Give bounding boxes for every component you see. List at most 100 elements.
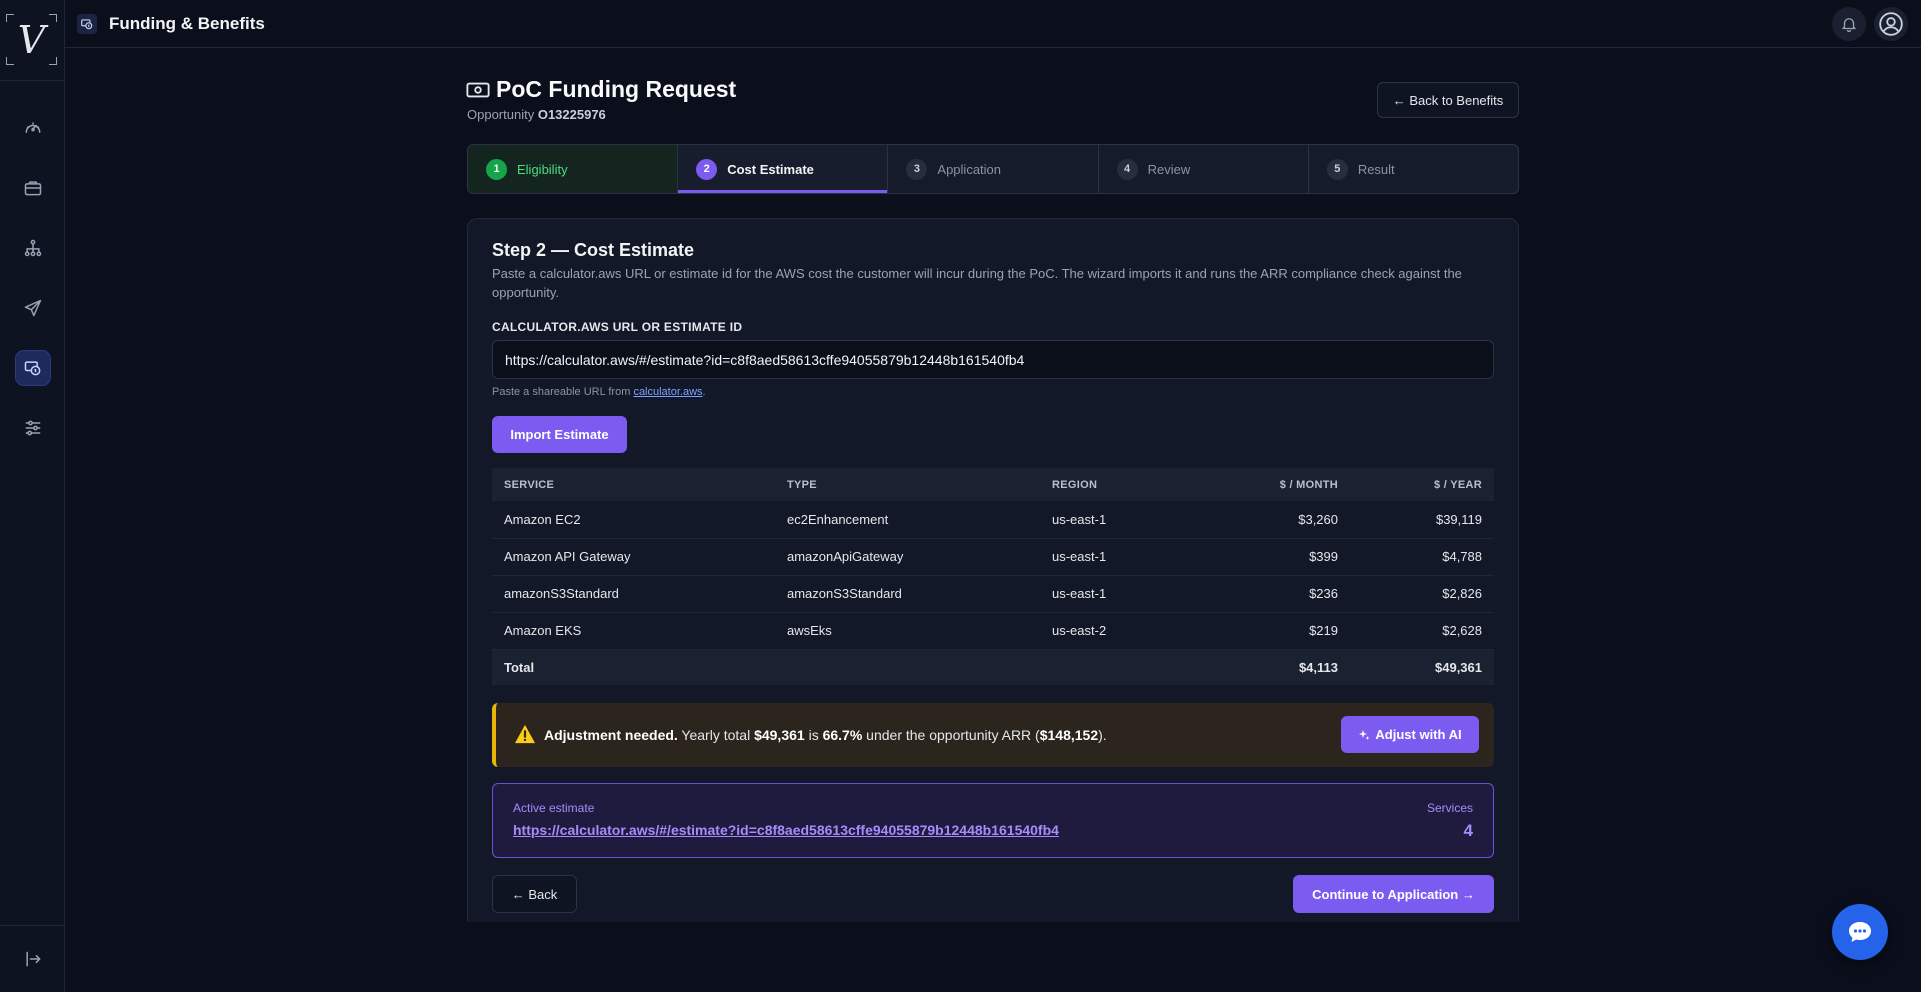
import-estimate-button[interactable]: Import Estimate — [492, 416, 627, 453]
cell-service: amazonS3Standard — [492, 575, 775, 613]
chat-bubble-icon — [1849, 922, 1871, 942]
active-estimate-panel: Active estimate https://calculator.aws/#… — [492, 783, 1494, 858]
total-label: Total — [492, 649, 775, 685]
sidebar-item-outreach[interactable] — [16, 291, 50, 325]
helper-prefix: Paste a shareable URL from — [492, 386, 634, 398]
sidebar-item-funding[interactable] — [16, 351, 50, 385]
active-estimate-link[interactable]: https://calculator.aws/#/estimate?id=c8f… — [513, 822, 1059, 838]
step-number: 2 — [696, 158, 718, 180]
calculator-link[interactable]: calculator.aws — [633, 386, 702, 398]
cell-region: us-east-1 — [1040, 538, 1220, 576]
notifications-button[interactable] — [1832, 7, 1866, 41]
estimate-field-label: CALCULATOR.AWS URL OR ESTIMATE ID — [492, 320, 743, 334]
sliders-icon — [25, 420, 41, 436]
step-application[interactable]: 3 Application — [888, 145, 1099, 193]
cell-month: $236 — [1220, 575, 1350, 613]
funding-icon — [24, 361, 41, 376]
collapse-sidebar-button[interactable] — [16, 942, 50, 976]
table-row: Amazon EKS awsEks us-east-2 $219 $2,628 — [492, 612, 1494, 650]
cell-type: amazonS3Standard — [775, 575, 1040, 613]
cell-year: $2,826 — [1350, 575, 1494, 613]
cost-estimate-card: Step 2 — Cost Estimate Paste a calculato… — [467, 218, 1519, 922]
yearly-total: $49,361 — [754, 727, 805, 743]
step-number: 5 — [1326, 158, 1348, 180]
funding-icon — [77, 14, 97, 34]
org-chart-icon — [24, 239, 42, 257]
top-bar: Funding & Benefits — [65, 0, 1921, 48]
sidebar: V — [0, 0, 65, 992]
user-icon — [1879, 12, 1903, 36]
back-button[interactable]: ← Back — [492, 875, 577, 913]
opportunity-label: Opportunity — [467, 107, 535, 122]
sidebar-item-opportunities[interactable] — [16, 171, 50, 205]
logo-letter: V — [17, 17, 46, 62]
adjust-with-ai-button[interactable]: Adjust with AI — [1341, 716, 1479, 753]
opportunity-arr: $148,152 — [1039, 727, 1099, 743]
continue-to-application-button[interactable]: Continue to Application → — [1293, 875, 1494, 913]
cell-region: us-east-1 — [1040, 575, 1220, 613]
step-result[interactable]: 5 Result — [1309, 145, 1518, 193]
page-title-text: PoC Funding Request — [496, 76, 737, 102]
field-helper-text: Paste a shareable URL from calculator.aw… — [492, 386, 706, 398]
back-to-benefits-button[interactable]: ← Back to Benefits — [1377, 82, 1519, 118]
sidebar-item-dashboard[interactable] — [16, 111, 50, 145]
helper-suffix: . — [702, 386, 706, 398]
step-cost-estimate[interactable]: 2 Cost Estimate — [678, 145, 889, 193]
step-label: Cost Estimate — [727, 161, 814, 177]
step-eligibility[interactable]: 1 Eligibility — [468, 145, 679, 193]
opportunity-subtitle: Opportunity O13225976 — [467, 107, 606, 122]
step-number: 3 — [906, 158, 928, 180]
chat-button[interactable] — [1832, 904, 1888, 960]
services-label: Services — [1426, 801, 1473, 815]
services-count: 4 — [1463, 821, 1473, 840]
user-avatar[interactable] — [1874, 7, 1908, 41]
cell-month: $399 — [1220, 538, 1350, 576]
wizard-stepper: 1 Eligibility 2 Cost Estimate 3 Applicat… — [467, 144, 1519, 194]
sparkle-icon — [1359, 729, 1370, 740]
dashboard-gauge-icon — [25, 122, 41, 133]
under-percent: 66.7% — [822, 727, 863, 743]
cell-year: $4,788 — [1350, 538, 1494, 576]
divider — [0, 80, 64, 81]
cell-year: $2,628 — [1350, 612, 1494, 650]
column-header: $ / YEAR — [1350, 468, 1494, 501]
card-description: Paste a calculator.aws URL or estimate i… — [492, 266, 1462, 300]
cell-month: $219 — [1220, 612, 1350, 650]
cell-month: $3,260 — [1220, 501, 1350, 539]
column-header: REGION — [1040, 468, 1220, 501]
step-number: 4 — [1116, 158, 1138, 180]
adjust-label: Adjust with AI — [1375, 727, 1462, 742]
adjustment-warning: Adjustment needed. Yearly total $49,361 … — [492, 703, 1494, 767]
table-total-row: Total $4,113 $49,361 — [492, 649, 1494, 685]
column-header: TYPE — [775, 468, 1040, 501]
cell-service: Amazon EKS — [492, 612, 775, 650]
step-number: 1 — [486, 158, 507, 180]
column-header: $ / MONTH — [1220, 468, 1350, 501]
table-row: Amazon API Gateway amazonApiGateway us-e… — [492, 538, 1494, 576]
step-label: Review — [1147, 161, 1191, 177]
section-title: Funding & Benefits — [109, 14, 265, 33]
cell-region: us-east-2 — [1040, 612, 1220, 650]
cell-year: $39,119 — [1350, 501, 1494, 539]
table-row: Amazon EC2 ec2Enhancement us-east-1 $3,2… — [492, 501, 1494, 539]
cell-type: awsEks — [775, 612, 1040, 650]
app-logo[interactable]: V — [6, 14, 57, 65]
warning-icon — [515, 724, 535, 744]
sidebar-item-hierarchy[interactable] — [16, 231, 50, 265]
step-review[interactable]: 4 Review — [1099, 145, 1309, 193]
cell-type: amazonApiGateway — [775, 538, 1040, 576]
briefcase-icon — [24, 181, 42, 196]
estimate-url-input[interactable] — [492, 340, 1494, 379]
divider — [0, 925, 64, 926]
page-title: PoC Funding Request — [466, 76, 736, 103]
opportunity-id: O13225976 — [537, 107, 606, 122]
cell-service: Amazon API Gateway — [492, 538, 775, 576]
warning-text: Adjustment needed. Yearly total $49,361 … — [544, 727, 1107, 743]
active-estimate-label: Active estimate — [513, 801, 595, 815]
cell-type: ec2Enhancement — [775, 501, 1040, 539]
table-header-row: SERVICE TYPE REGION $ / MONTH $ / YEAR — [492, 468, 1494, 501]
sidebar-item-settings[interactable] — [16, 411, 50, 445]
cash-icon — [466, 82, 490, 97]
table-row: amazonS3Standard amazonS3Standard us-eas… — [492, 575, 1494, 613]
cell-service: Amazon EC2 — [492, 501, 775, 539]
